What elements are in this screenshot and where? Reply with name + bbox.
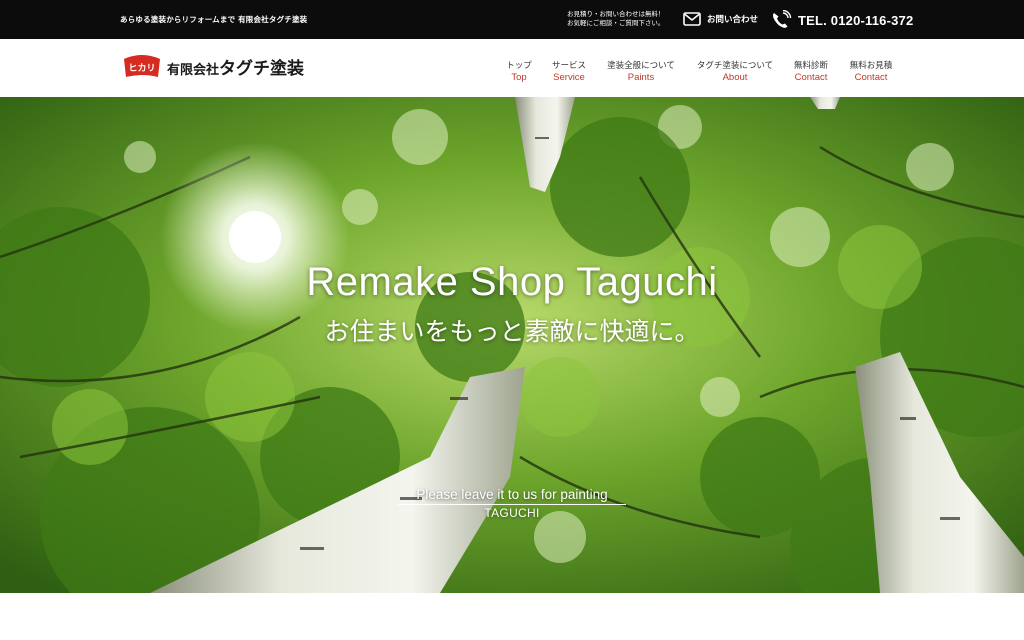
hero-banner: Remake Shop Taguchi お住まいをもっと素敵に快適に。 Plea…	[0, 97, 1024, 593]
free-consult-note-line1: お見積り・お問い合わせは無料！	[567, 10, 665, 18]
nav-item-top[interactable]: トップ Top	[505, 61, 533, 84]
free-consult-note-line2: お気軽にご相談・ご質問下さい。	[567, 19, 665, 27]
hero-brand: TAGUCHI	[484, 506, 540, 520]
nav-item-service[interactable]: サービス Service	[549, 61, 589, 84]
mail-icon	[683, 12, 701, 26]
nav-item-about[interactable]: タグチ塗装について About	[694, 61, 776, 84]
hero-tagline: Please leave it to us for painting	[416, 487, 608, 502]
hero-title: Remake Shop Taguchi	[306, 260, 718, 304]
nav-item-top-en: Top	[511, 72, 527, 83]
hero-subtitle: お住まいをもっと素敵に快適に。	[324, 317, 700, 346]
nav-item-paints[interactable]: 塗装全般について Paints	[605, 61, 677, 84]
nav-item-free-diagnosis[interactable]: 無料診断 Contact	[791, 61, 831, 84]
nav-item-free-estimate-en: Contact	[854, 72, 888, 83]
contact-link[interactable]: お問い合わせ	[683, 12, 758, 26]
nav-item-top-jp: トップ	[506, 61, 532, 71]
nav-item-service-jp: サービス	[551, 61, 586, 71]
top-tagline: あらゆる塗装からリフォームまで 有限会社タグチ塗装	[120, 15, 308, 24]
nav-item-service-en: Service	[553, 72, 585, 83]
nav-item-paints-jp: 塗装全般について	[607, 61, 675, 71]
main-nav: トップ Top サービス Service 塗装全般について Paints タグチ…	[0, 61, 1024, 91]
top-bar: あらゆる塗装からリフォームまで 有限会社タグチ塗装 お見積り・お問い合わせは無料…	[0, 0, 1024, 39]
nav-item-free-estimate-jp: 無料お見積	[849, 61, 893, 71]
contact-link-label: お問い合わせ	[707, 15, 759, 25]
phone-link[interactable]: TEL. 0120-116-372	[770, 10, 913, 30]
nav-item-paints-en: Paints	[627, 72, 655, 83]
free-consult-note: お見積り・お問い合わせは無料！ お気軽にご相談・ご質問下さい。	[567, 10, 665, 28]
nav-item-free-diagnosis-en: Contact	[794, 72, 828, 83]
nav-item-free-diagnosis-jp: 無料診断	[793, 61, 828, 71]
site-header: ヒカリ 有限会社タグチ塗装 トップ Top サービス Service 塗装全般に…	[0, 39, 1024, 97]
phone-number: TEL. 0120-116-372	[798, 12, 914, 28]
nav-item-about-jp: タグチ塗装について	[696, 61, 774, 71]
phone-icon	[773, 10, 792, 28]
nav-item-free-estimate[interactable]: 無料お見積 Contact	[847, 61, 895, 84]
nav-item-about-en: About	[722, 72, 748, 83]
hero-divider	[398, 504, 626, 505]
